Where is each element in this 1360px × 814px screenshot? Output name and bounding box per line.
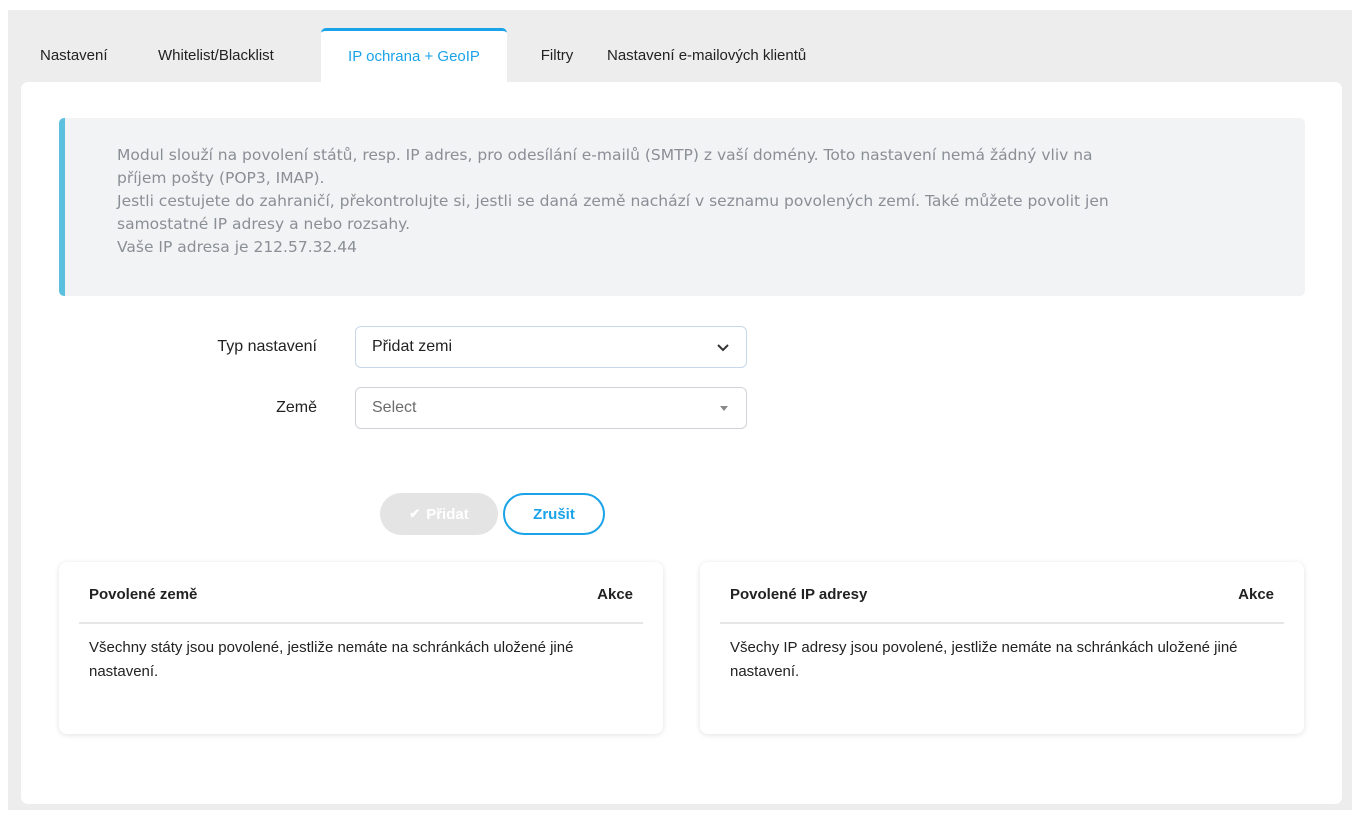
- allowed-countries-card: Povolené země Akce Všechny státy jsou po…: [59, 562, 663, 734]
- info-text-ip: Vaše IP adresa je 212.57.32.44: [117, 238, 357, 256]
- country-row: Země Select: [21, 387, 747, 429]
- type-row: Typ nastavení Přidat zemi: [21, 326, 747, 368]
- caret-down-icon: [720, 405, 728, 411]
- allowed-countries-title: Povolené země: [89, 586, 198, 603]
- allowed-ips-title: Povolené IP adresy: [730, 586, 868, 603]
- allowed-ips-card: Povolené IP adresy Akce Všechy IP adresy…: [700, 562, 1304, 734]
- tab-nastaveni[interactable]: Nastavení: [8, 28, 158, 82]
- check-icon: ✔: [409, 506, 421, 521]
- info-text-travel: Jestli cestujete do zahraničí, překontro…: [117, 192, 1109, 233]
- allowed-countries-header: Povolené země Akce: [79, 586, 643, 624]
- tab-whitelist-blacklist[interactable]: Whitelist/Blacklist: [158, 28, 321, 82]
- allowed-ips-empty-text: Všechy IP adresy jsou povolené, jestliže…: [730, 639, 1238, 680]
- app-frame: Nastavení Whitelist/Blacklist IP ochrana…: [8, 10, 1352, 810]
- info-box: Modul slouží na povolení států, resp. IP…: [59, 118, 1305, 296]
- info-text-smtp: Modul slouží na povolení států, resp. IP…: [117, 146, 1093, 187]
- type-select-value: Přidat zemi: [372, 338, 453, 355]
- allowed-ips-header: Povolené IP adresy Akce: [720, 586, 1284, 624]
- tab-ip-ochrana-geoip[interactable]: IP ochrana + GeoIP: [321, 28, 507, 82]
- add-button-label: Přidat: [426, 505, 469, 523]
- allowed-ips-action-header: Akce: [1238, 586, 1274, 603]
- tab-bar: Nastavení Whitelist/Blacklist IP ochrana…: [8, 28, 867, 82]
- cancel-button[interactable]: Zrušit: [503, 493, 605, 535]
- allowed-countries-empty-text: Všechny státy jsou povolené, jestliže ne…: [89, 639, 574, 680]
- type-label: Typ nastavení: [217, 338, 317, 355]
- type-select[interactable]: Přidat zemi: [355, 326, 747, 368]
- add-button[interactable]: ✔ Přidat: [380, 493, 498, 535]
- tab-filtry[interactable]: Filtry: [507, 28, 607, 82]
- country-select-placeholder: Select: [372, 399, 417, 416]
- tab-nastaveni-emailovych-klientu[interactable]: Nastavení e-mailových klientů: [607, 28, 867, 82]
- chevron-down-icon: [717, 344, 729, 352]
- content-panel: Modul slouží na povolení států, resp. IP…: [21, 82, 1342, 804]
- country-label: Země: [276, 399, 317, 416]
- country-select[interactable]: Select: [355, 387, 747, 429]
- allowed-countries-action-header: Akce: [597, 586, 633, 603]
